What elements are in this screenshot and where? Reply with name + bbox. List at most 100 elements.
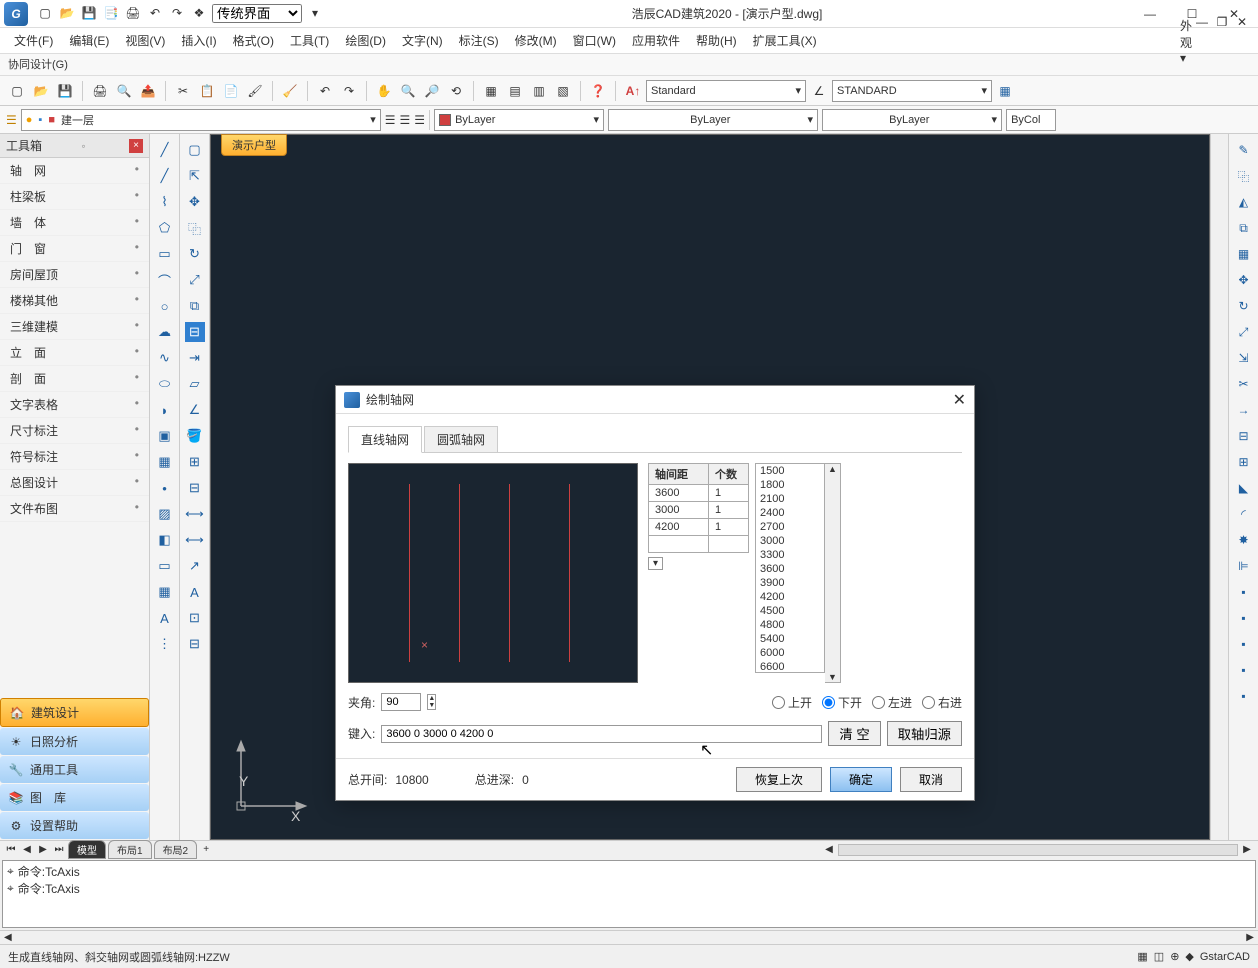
list-item[interactable]: 3900: [756, 576, 824, 590]
list-item[interactable]: 1800: [756, 478, 824, 492]
tool-line-icon[interactable]: ╱: [155, 140, 175, 160]
menu-window[interactable]: 窗口(W): [567, 30, 622, 51]
tool-spline-icon[interactable]: ∿: [155, 348, 175, 368]
canvas-hscrollbar[interactable]: [838, 844, 1238, 856]
lineweight-dropdown[interactable]: ByLayer▾: [822, 109, 1002, 131]
tool-ellipse-icon[interactable]: ⬭: [155, 374, 175, 394]
table-row[interactable]: 36001: [649, 485, 749, 502]
tb-print-icon[interactable]: 🖨: [89, 80, 111, 102]
angle-input[interactable]: [381, 693, 421, 711]
mod-more2-icon[interactable]: ▪: [1234, 608, 1254, 628]
menu-modify[interactable]: 修改(M): [509, 30, 563, 51]
layout-tab-2[interactable]: 布局2: [154, 840, 198, 859]
mod-trim-icon[interactable]: ✂: [1234, 374, 1254, 394]
cat-settings-help[interactable]: ⚙设置帮助: [0, 812, 149, 839]
mod-scale-icon[interactable]: ⤢: [1234, 322, 1254, 342]
tb-new-icon[interactable]: ▢: [6, 80, 28, 102]
cat-general-tools[interactable]: 🔧通用工具: [0, 756, 149, 783]
tool-snap1-icon[interactable]: ⊞: [185, 452, 205, 472]
menu-tools[interactable]: 工具(T): [284, 30, 335, 51]
tool-dist-icon[interactable]: ⇥: [185, 348, 205, 368]
radio-left[interactable]: 左进: [872, 694, 912, 711]
dialog-titlebar[interactable]: 绘制轴网 ✕: [336, 386, 974, 414]
tb-zoom-prev-icon[interactable]: ⟲: [445, 80, 467, 102]
save-icon[interactable]: 💾: [80, 4, 98, 22]
mod-rotate-icon[interactable]: ↻: [1234, 296, 1254, 316]
tool-dim2-icon[interactable]: ⟷: [185, 530, 205, 550]
subbar-label[interactable]: 协同设计(G): [8, 59, 68, 71]
bycol-dropdown[interactable]: ByCol: [1006, 109, 1056, 131]
tab-arc-grid[interactable]: 圆弧轴网: [424, 426, 498, 452]
list-scroll-up[interactable]: ▲: [825, 464, 840, 474]
tool-leader-icon[interactable]: ↗: [185, 556, 205, 576]
radio-up[interactable]: 上开: [772, 694, 812, 711]
toolbox-item[interactable]: 剖 面•: [0, 366, 149, 392]
tool-mtext-icon[interactable]: A: [155, 608, 175, 628]
textstyle-icon[interactable]: A↑: [622, 80, 644, 102]
tool-table-icon[interactable]: ▦: [155, 582, 175, 602]
mod-extend-icon[interactable]: →: [1234, 400, 1254, 420]
table-row[interactable]: 42001: [649, 519, 749, 536]
menu-apps[interactable]: 应用软件: [626, 30, 686, 51]
mod-stretch-icon[interactable]: ⇲: [1234, 348, 1254, 368]
tb-cut-icon[interactable]: ✂: [172, 80, 194, 102]
tb-publish-icon[interactable]: 📤: [137, 80, 159, 102]
tool-rotate-icon[interactable]: ↻: [185, 244, 205, 264]
preset-sizes-list[interactable]: 1500 1800 2100 2400 2700 3000 3300 3600 …: [755, 463, 825, 673]
canvas-vscrollbar[interactable]: [1210, 134, 1228, 840]
open-icon[interactable]: 📂: [58, 4, 76, 22]
cat-sunlight[interactable]: ☀日照分析: [0, 728, 149, 755]
cat-arch-design[interactable]: 🏠建筑设计: [0, 698, 149, 727]
list-item[interactable]: 3300: [756, 548, 824, 562]
menu-format[interactable]: 格式(O): [227, 30, 280, 51]
hscroll-right[interactable]: ▶: [1240, 844, 1254, 855]
tab-nav-first[interactable]: ⏮: [4, 844, 18, 855]
tool-mirror-icon[interactable]: ⧉: [185, 296, 205, 316]
tool-ungroup-icon[interactable]: ⊟: [185, 634, 205, 654]
tool-ellipsearc-icon[interactable]: ◗: [155, 400, 175, 420]
layer-iso-icon[interactable]: ☰: [400, 113, 411, 127]
toolbox-item[interactable]: 轴 网•: [0, 158, 149, 184]
tb-help-icon[interactable]: ❓: [587, 80, 609, 102]
tool-arc-icon[interactable]: ⌒: [155, 270, 175, 290]
tool-pline-icon[interactable]: ⌇: [155, 192, 175, 212]
cmd-hscroll-left[interactable]: ◀: [4, 932, 12, 943]
mod-more5-icon[interactable]: ▪: [1234, 686, 1254, 706]
mod-more1-icon[interactable]: ▪: [1234, 582, 1254, 602]
layer-dropdown[interactable]: ●▪■ 建一层▾: [21, 109, 381, 131]
linetype-dropdown[interactable]: ByLayer▾: [608, 109, 818, 131]
layout-tab-1[interactable]: 布局1: [108, 840, 152, 859]
menu-dim[interactable]: 标注(S): [453, 30, 505, 51]
tb-copy-icon[interactable]: 📋: [196, 80, 218, 102]
list-item[interactable]: 4200: [756, 590, 824, 604]
toolbox-item[interactable]: 墙 体•: [0, 210, 149, 236]
tool-angle-icon[interactable]: ∠: [185, 400, 205, 420]
list-item[interactable]: 2400: [756, 506, 824, 520]
tb-pan-icon[interactable]: ✋: [373, 80, 395, 102]
toolbox-item[interactable]: 房间屋顶•: [0, 262, 149, 288]
table-row[interactable]: [649, 536, 749, 553]
menu-ext[interactable]: 扩展工具(X): [747, 30, 823, 51]
tool-dim1-icon[interactable]: ⟷: [185, 504, 205, 524]
radio-right[interactable]: 右进: [922, 694, 962, 711]
mod-mirror-icon[interactable]: ◭: [1234, 192, 1254, 212]
tab-add[interactable]: +: [199, 844, 213, 855]
menu-text[interactable]: 文字(N): [396, 30, 449, 51]
mod-offset-icon[interactable]: ⧉: [1234, 218, 1254, 238]
mod-erase-icon[interactable]: ✎: [1234, 140, 1254, 160]
tb-zoom-rt-icon[interactable]: 🔍: [397, 80, 419, 102]
list-item[interactable]: 5400: [756, 632, 824, 646]
toolbox-item[interactable]: 尺寸标注•: [0, 418, 149, 444]
tool-hatch-icon[interactable]: ▨: [155, 504, 175, 524]
tool-measure-icon[interactable]: ⊟: [185, 322, 205, 342]
tb-grid3-icon[interactable]: ▥: [528, 80, 550, 102]
toolbox-item[interactable]: 符号标注•: [0, 444, 149, 470]
cancel-button[interactable]: 取消: [900, 767, 962, 792]
layer-mgr-icon[interactable]: ☰: [6, 113, 17, 127]
pick-axis-button[interactable]: 取轴归源: [887, 721, 962, 746]
mod-more4-icon[interactable]: ▪: [1234, 660, 1254, 680]
mod-move-icon[interactable]: ✥: [1234, 270, 1254, 290]
menu-draw[interactable]: 绘图(D): [339, 30, 392, 51]
list-item[interactable]: 6000: [756, 646, 824, 660]
textstyle-dropdown[interactable]: Standard▾: [646, 80, 806, 102]
